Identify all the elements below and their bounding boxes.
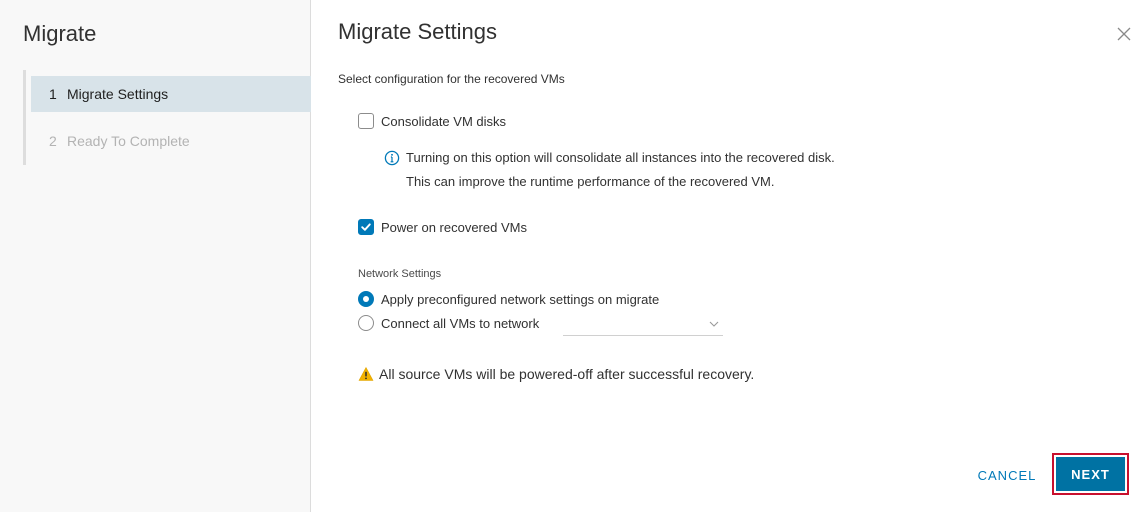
connect-network-radio[interactable]: [358, 315, 374, 331]
step-label: Ready To Complete: [67, 133, 190, 149]
chevron-down-icon: [709, 321, 719, 327]
info-text-line2: This can improve the runtime performance…: [406, 174, 775, 189]
warning-text: All source VMs will be powered-off after…: [379, 366, 755, 382]
step-number: 2: [49, 133, 57, 149]
consolidate-info: Turning on this option will consolidate …: [384, 146, 835, 194]
apply-network-label: Apply preconfigured network settings on …: [381, 291, 660, 307]
consolidate-disks-checkbox[interactable]: [358, 113, 374, 129]
next-button[interactable]: NEXT: [1056, 457, 1125, 491]
power-on-label: Power on recovered VMs: [381, 219, 527, 235]
page-subtitle: Select configuration for the recovered V…: [338, 72, 565, 86]
step-number: 1: [49, 86, 57, 102]
network-select[interactable]: [563, 313, 723, 336]
step-ready-to-complete: 2 Ready To Complete: [31, 123, 311, 159]
warning-icon: [358, 367, 374, 381]
apply-network-option[interactable]: Apply preconfigured network settings on …: [358, 291, 659, 307]
apply-network-radio[interactable]: [358, 291, 374, 307]
connect-network-label: Connect all VMs to network: [381, 315, 540, 331]
step-migrate-settings[interactable]: 1 Migrate Settings: [31, 76, 311, 112]
checkmark-icon: [361, 223, 371, 231]
consolidate-disks-option[interactable]: Consolidate VM disks: [358, 113, 506, 129]
page-title: Migrate Settings: [338, 19, 497, 44]
connect-network-option[interactable]: Connect all VMs to network: [358, 315, 539, 331]
info-icon: [384, 150, 400, 166]
wizard-content: Migrate Settings Select configuration fo…: [311, 0, 1148, 512]
wizard-steps: 1 Migrate Settings 2 Ready To Complete: [23, 70, 311, 165]
power-off-warning: All source VMs will be powered-off after…: [358, 366, 754, 382]
power-on-checkbox[interactable]: [358, 219, 374, 235]
wizard-sidebar: Migrate 1 Migrate Settings 2 Ready To Co…: [0, 0, 311, 512]
step-label: Migrate Settings: [67, 86, 169, 102]
wizard-title: Migrate: [23, 21, 97, 46]
consolidate-disks-label: Consolidate VM disks: [381, 113, 506, 129]
network-settings-label: Network Settings: [358, 268, 442, 280]
close-icon[interactable]: [1116, 26, 1132, 42]
cancel-button[interactable]: CANCEL: [969, 458, 1045, 492]
power-on-option[interactable]: Power on recovered VMs: [358, 219, 527, 235]
info-text-line1: Turning on this option will consolidate …: [406, 150, 835, 165]
